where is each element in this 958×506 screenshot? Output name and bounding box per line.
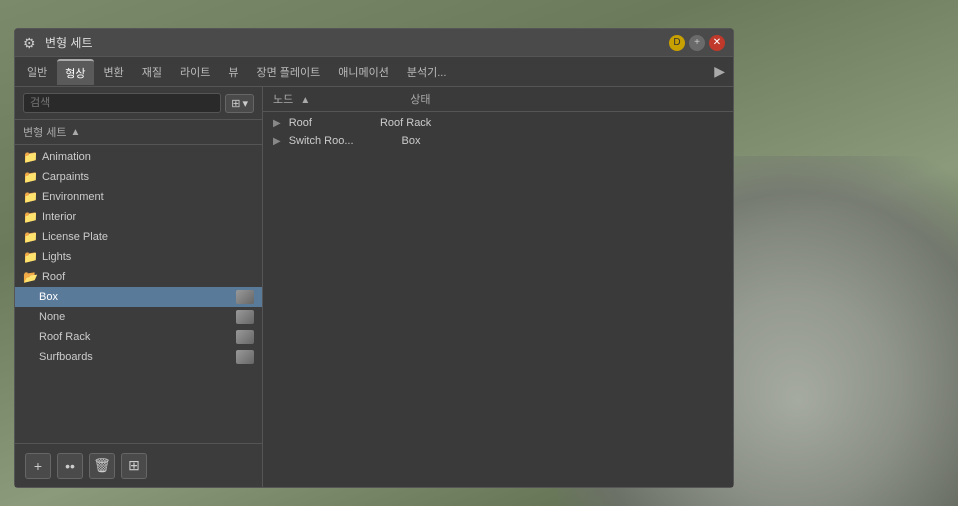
tree-item-lights[interactable]: 📁 Lights [15, 247, 262, 267]
item-thumbnail [236, 310, 254, 324]
tab-shape[interactable]: 형상 [57, 59, 93, 85]
folder-icon: 📁 [23, 170, 38, 184]
tab-view[interactable]: 뷰 [220, 60, 246, 84]
tree-item-label: License Plate [42, 231, 108, 243]
tree-item-label: Roof [42, 271, 65, 283]
col-node-header: 노드 ▲ [273, 91, 310, 107]
tree-item-label: Box [39, 291, 58, 303]
right-list: ▶ Roof Roof Rack ▶ Switch Roo... Box [263, 112, 733, 487]
window-plus-button[interactable]: + [689, 35, 705, 51]
tree-header: 변형 세트 ▲ [15, 120, 262, 145]
window-icon: ⚙ [23, 35, 39, 51]
right-item-node: Roof [289, 117, 312, 129]
tree-item-label: None [39, 311, 65, 323]
item-thumbnail [236, 330, 254, 344]
bottom-toolbar: + •• 🗑 ⊞ [15, 443, 262, 487]
right-item-switchroof[interactable]: ▶ Switch Roo... Box [263, 132, 733, 150]
node-sort-arrow[interactable]: ▲ [300, 95, 310, 106]
tree-item-label: Carpaints [42, 171, 89, 183]
tree-header-label: 변형 세트 [23, 124, 67, 140]
tab-bar: 일반 형상 변환 재질 라이트 뷰 장면 플레이트 애니메이션 분석기... ▶ [15, 57, 733, 87]
tab-light[interactable]: 라이트 [172, 60, 218, 84]
tree-item-label: Animation [42, 151, 91, 163]
tree-item-label: Environment [42, 191, 104, 203]
right-item-roof[interactable]: ▶ Roof Roof Rack [263, 114, 733, 132]
item-thumbnail [236, 350, 254, 364]
tab-material[interactable]: 재질 [134, 60, 170, 84]
col-status-header: 상태 [410, 91, 430, 107]
tab-general[interactable]: 일반 [19, 60, 55, 84]
filter-arrow-icon: ▾ [242, 97, 248, 110]
folder-icon: 📁 [23, 190, 38, 204]
folder-icon: 📁 [23, 210, 38, 224]
tab-arrow[interactable]: ▶ [710, 61, 729, 82]
tree-item-none[interactable]: None [15, 307, 262, 327]
tab-scene[interactable]: 장면 플레이트 [249, 60, 329, 84]
tree-item-licenseplate[interactable]: 📁 License Plate [15, 227, 262, 247]
tab-animation[interactable]: 애니메이션 [330, 60, 397, 84]
tree-item-roof-rack[interactable]: Roof Rack [15, 327, 262, 347]
tab-transform[interactable]: 변환 [96, 60, 132, 84]
dots-button[interactable]: •• [57, 453, 83, 479]
tree-item-surfboards[interactable]: Surfboards [15, 347, 262, 367]
right-item-status: Box [402, 135, 421, 147]
filter-icon: ⊞ [231, 97, 240, 110]
right-header: 노드 ▲ 상태 [263, 87, 733, 112]
folder-icon: 📁 [23, 150, 38, 164]
tree-item-carpaints[interactable]: 📁 Carpaints [15, 167, 262, 187]
right-item-status: Roof Rack [380, 117, 431, 129]
expand-arrow-icon: ▶ [273, 118, 281, 129]
delete-button[interactable]: 🗑 [89, 453, 115, 479]
window-controls: D + ✕ [669, 35, 725, 51]
search-input[interactable] [23, 93, 221, 113]
tree-item-label: Interior [42, 211, 76, 223]
open-folder-icon: 📂 [23, 270, 38, 284]
window-title: 변형 세트 [45, 34, 669, 51]
main-window: ⚙ 변형 세트 D + ✕ 일반 형상 변환 재질 라이트 뷰 장면 플레이트 … [14, 28, 734, 488]
search-bar: ⊞ ▾ [15, 87, 262, 120]
add-button[interactable]: + [25, 453, 51, 479]
title-bar: ⚙ 변형 세트 D + ✕ [15, 29, 733, 57]
expand-arrow-icon: ▶ [273, 136, 281, 147]
right-item-node: Switch Roo... [289, 135, 354, 147]
tree-item-label: Lights [42, 251, 71, 263]
filter-button[interactable]: ⊞ ▾ [225, 94, 254, 113]
tree-item-label: Surfboards [39, 351, 93, 363]
grid-button[interactable]: ⊞ [121, 453, 147, 479]
tree-item-interior[interactable]: 📁 Interior [15, 207, 262, 227]
window-gold-button[interactable]: D [669, 35, 685, 51]
tree-item-animation[interactable]: 📁 Animation [15, 147, 262, 167]
folder-icon: 📁 [23, 250, 38, 264]
tree-item-label: Roof Rack [39, 331, 90, 343]
tree-item-box[interactable]: Box [15, 287, 262, 307]
window-close-button[interactable]: ✕ [709, 35, 725, 51]
content-area: ⊞ ▾ 변형 세트 ▲ 📁 Animation 📁 Carpaints [15, 87, 733, 487]
right-panel: 노드 ▲ 상태 ▶ Roof Roof Rack ▶ Switch Roo...… [263, 87, 733, 487]
item-thumbnail [236, 290, 254, 304]
tree-list: 📁 Animation 📁 Carpaints 📁 Environment 📁 … [15, 145, 262, 443]
tree-sort-arrow[interactable]: ▲ [71, 127, 81, 138]
folder-icon: 📁 [23, 230, 38, 244]
tree-item-environment[interactable]: 📁 Environment [15, 187, 262, 207]
tab-analysis[interactable]: 분석기... [399, 60, 455, 84]
left-panel: ⊞ ▾ 변형 세트 ▲ 📁 Animation 📁 Carpaints [15, 87, 263, 487]
tree-item-roof[interactable]: 📂 Roof [15, 267, 262, 287]
